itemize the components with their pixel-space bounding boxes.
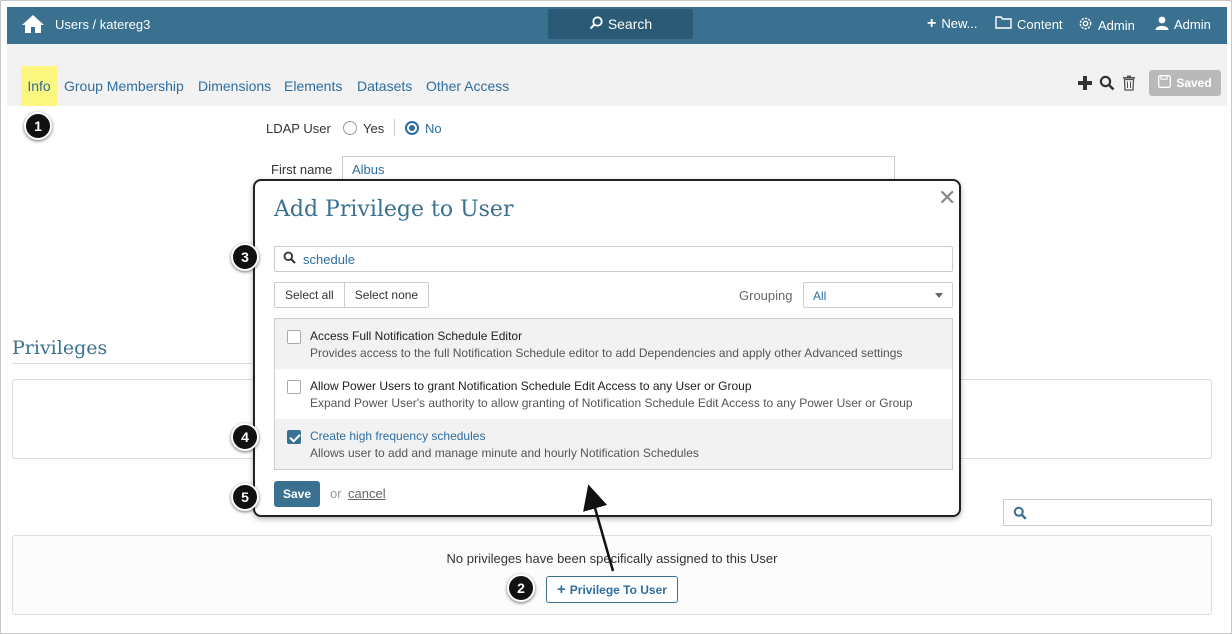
- new-menu-label: New...: [941, 16, 978, 31]
- add-privilege-modal: Add Privilege to User ✕ schedule Select …: [253, 179, 961, 517]
- privilege-row[interactable]: Access Full Notification Schedule Editor…: [275, 319, 952, 369]
- privileges-divider: [12, 363, 252, 364]
- privilege-checkbox[interactable]: [287, 380, 301, 394]
- privileges-heading: Privileges: [12, 337, 108, 359]
- trash-icon[interactable]: [1122, 75, 1140, 93]
- callout-marker: 3: [231, 243, 259, 271]
- plus-icon: +: [557, 580, 566, 598]
- privilege-title: Create high frequency schedules: [310, 429, 486, 443]
- privilege-row[interactable]: Create high frequency schedules Allows u…: [275, 419, 952, 469]
- search-icon: [589, 15, 603, 33]
- grouping-select[interactable]: All: [803, 282, 953, 308]
- callout-marker: 2: [507, 574, 535, 602]
- search-value: schedule: [303, 251, 356, 267]
- user-icon: [1155, 16, 1169, 33]
- callout-marker: 5: [231, 483, 259, 511]
- privilege-description: Provides access to the full Notification…: [310, 346, 903, 360]
- app-frame: Users / katereg3 Search + New... Content…: [0, 0, 1232, 634]
- tab-dimensions[interactable]: Dimensions: [198, 78, 271, 94]
- folder-icon: [995, 16, 1012, 32]
- global-search-button[interactable]: Search: [548, 9, 693, 39]
- home-icon[interactable]: [21, 14, 45, 34]
- privilege-list: Access Full Notification Schedule Editor…: [274, 318, 953, 470]
- tab-datasets[interactable]: Datasets: [357, 78, 412, 94]
- callout-marker: 1: [24, 112, 52, 140]
- ldap-yes-radio[interactable]: [343, 121, 357, 135]
- tab-info[interactable]: Info: [21, 66, 57, 106]
- close-icon[interactable]: ✕: [938, 187, 956, 209]
- privilege-search-input[interactable]: schedule: [274, 246, 953, 272]
- tab-bar: Info Group Membership Dimensions Element…: [7, 44, 1227, 106]
- new-menu[interactable]: + New...: [927, 15, 978, 32]
- privilege-title: Access Full Notification Schedule Editor: [310, 329, 523, 343]
- radio-divider: [394, 119, 395, 136]
- floppy-disk-icon: [1158, 75, 1172, 91]
- no-privileges-message: No privileges have been specifically ass…: [446, 551, 778, 566]
- privilege-checkbox-checked[interactable]: [287, 430, 301, 444]
- admin-menu-label: Admin: [1098, 17, 1135, 33]
- add-icon[interactable]: [1077, 75, 1095, 93]
- ldap-no-label: No: [425, 121, 442, 136]
- modal-title: Add Privilege to User: [274, 197, 514, 222]
- search-icon[interactable]: [1099, 75, 1117, 93]
- select-all-button[interactable]: Select all: [275, 283, 344, 307]
- privilege-description: Expand Power User's authority to allow g…: [310, 396, 913, 410]
- privilege-description: Allows user to add and manage minute and…: [310, 446, 699, 460]
- privilege-checkbox[interactable]: [287, 330, 301, 344]
- search-icon: [283, 251, 296, 267]
- tab-group-membership[interactable]: Group Membership: [64, 78, 184, 94]
- callout-marker: 4: [231, 423, 259, 451]
- add-privilege-label: Privilege To User: [569, 582, 667, 597]
- tab-other-access[interactable]: Other Access: [426, 78, 509, 94]
- tab-elements[interactable]: Elements: [284, 78, 342, 94]
- plus-icon: +: [927, 15, 937, 32]
- save-button[interactable]: Save: [274, 481, 320, 507]
- privilege-title: Allow Power Users to grant Notification …: [310, 379, 752, 393]
- content-menu-label: Content: [1017, 16, 1063, 32]
- gear-icon: [1078, 16, 1093, 34]
- grouping-label: Grouping: [739, 288, 793, 303]
- privileges-search-input[interactable]: [1003, 499, 1212, 526]
- content-menu[interactable]: Content: [995, 16, 1063, 32]
- assigned-privileges-panel: No privileges have been specifically ass…: [12, 535, 1212, 615]
- privilege-row[interactable]: Allow Power Users to grant Notification …: [275, 369, 952, 419]
- ldap-yes-label: Yes: [363, 121, 385, 136]
- or-text: or: [330, 486, 342, 501]
- first-name-label: First name: [271, 162, 333, 177]
- grouping-value: All: [813, 289, 827, 303]
- add-privilege-button[interactable]: + Privilege To User: [546, 576, 678, 603]
- search-icon: [1013, 506, 1027, 523]
- saved-button[interactable]: Saved: [1149, 70, 1221, 96]
- user-menu-label: Admin: [1174, 17, 1211, 32]
- breadcrumb[interactable]: Users / katereg3: [55, 17, 150, 32]
- ldap-no-radio[interactable]: [405, 121, 419, 135]
- select-none-button[interactable]: Select none: [343, 283, 429, 307]
- user-menu[interactable]: Admin: [1155, 16, 1211, 33]
- cancel-link[interactable]: cancel: [348, 486, 386, 501]
- admin-menu[interactable]: Admin: [1078, 16, 1135, 34]
- global-search-label: Search: [607, 16, 653, 32]
- selection-button-group: Select all Select none: [274, 282, 430, 308]
- top-navbar: Users / katereg3 Search + New... Content…: [7, 7, 1227, 44]
- ldap-user-label: LDAP User: [266, 121, 331, 136]
- chevron-down-icon: [935, 293, 943, 298]
- saved-label: Saved: [1176, 76, 1212, 90]
